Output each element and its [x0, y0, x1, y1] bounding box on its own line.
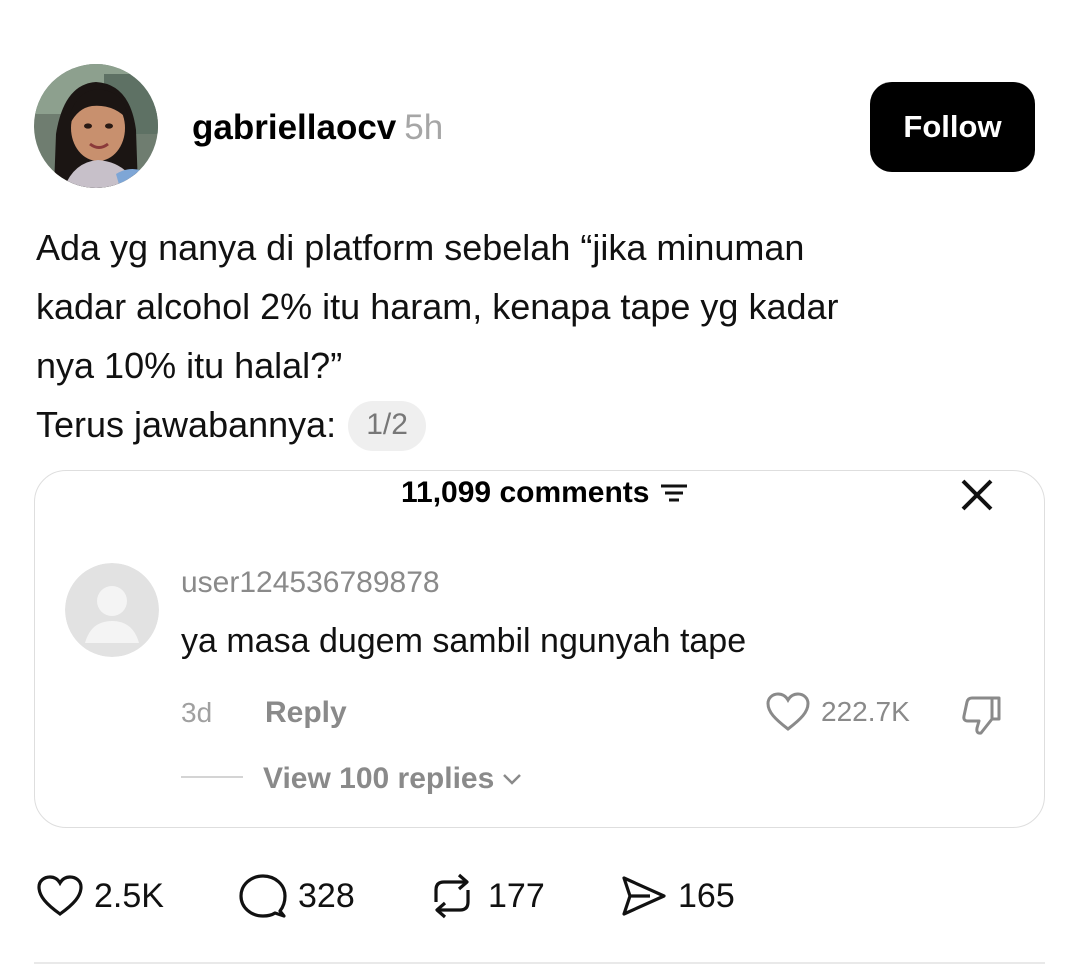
post-text-line-last: Terus jawabannya: 1/2	[36, 395, 1046, 454]
avatar-photo	[34, 64, 158, 188]
share-count: 165	[678, 876, 735, 915]
username[interactable]: gabriellaocv	[192, 108, 396, 147]
share-button[interactable]: 165	[620, 868, 735, 924]
view-replies-label: View 100 replies	[263, 762, 495, 795]
like-count: 2.5K	[94, 876, 164, 915]
repost-icon	[434, 873, 470, 919]
comments-header: 11,099 comments	[401, 473, 691, 513]
repost-button[interactable]: 177	[426, 868, 545, 924]
comments-count: 11,099 comments	[401, 476, 650, 509]
dislike-icon	[959, 693, 1005, 737]
embedded-comment-card[interactable]: 11,099 comments user124536789878 ya masa…	[34, 470, 1045, 828]
default-avatar-icon	[65, 563, 159, 657]
comment-like-count: 222.7K	[821, 696, 910, 727]
filter-icon	[657, 478, 691, 508]
follow-button[interactable]: Follow	[870, 82, 1035, 172]
post-time: 5h	[404, 108, 444, 147]
like-button[interactable]: 2.5K	[36, 868, 164, 924]
heart-icon	[766, 692, 810, 731]
comment-text: ya masa dugem sambil ngunyah tape	[181, 622, 747, 660]
post-author: gabriellaocv 5h	[192, 106, 443, 150]
image-pager: 1/2	[348, 401, 426, 451]
comment-username: user124536789878	[181, 566, 440, 599]
post-text: Ada yg nanya di platform sebelah “jika m…	[36, 218, 1046, 454]
comment-like: 222.7K	[765, 691, 910, 733]
repost-count: 177	[488, 876, 545, 915]
comment-reply-button: Reply	[265, 696, 347, 729]
avatar[interactable]	[34, 64, 158, 188]
comment-time: 3d	[181, 697, 213, 728]
comment-count: 328	[298, 876, 355, 915]
post-actions: 2.5K 328 177 165	[36, 868, 936, 924]
view-replies: View 100 replies	[263, 759, 524, 799]
close-icon	[957, 475, 997, 515]
replies-divider	[181, 776, 243, 778]
post-text-line: nya 10% itu halal?”	[36, 345, 343, 386]
post-text-line: Terus jawabannya:	[36, 404, 337, 445]
comment-button[interactable]: 328	[238, 868, 355, 924]
post-text-line: Ada yg nanya di platform sebelah “jika m…	[36, 227, 805, 268]
comment-icon	[239, 874, 287, 918]
post-divider	[34, 962, 1045, 964]
heart-icon	[37, 875, 83, 916]
send-icon	[622, 876, 666, 916]
chevron-down-icon	[503, 774, 522, 785]
comment-avatar	[65, 563, 159, 657]
post-text-line: kadar alcohol 2% itu haram, kenapa tape …	[36, 286, 839, 327]
